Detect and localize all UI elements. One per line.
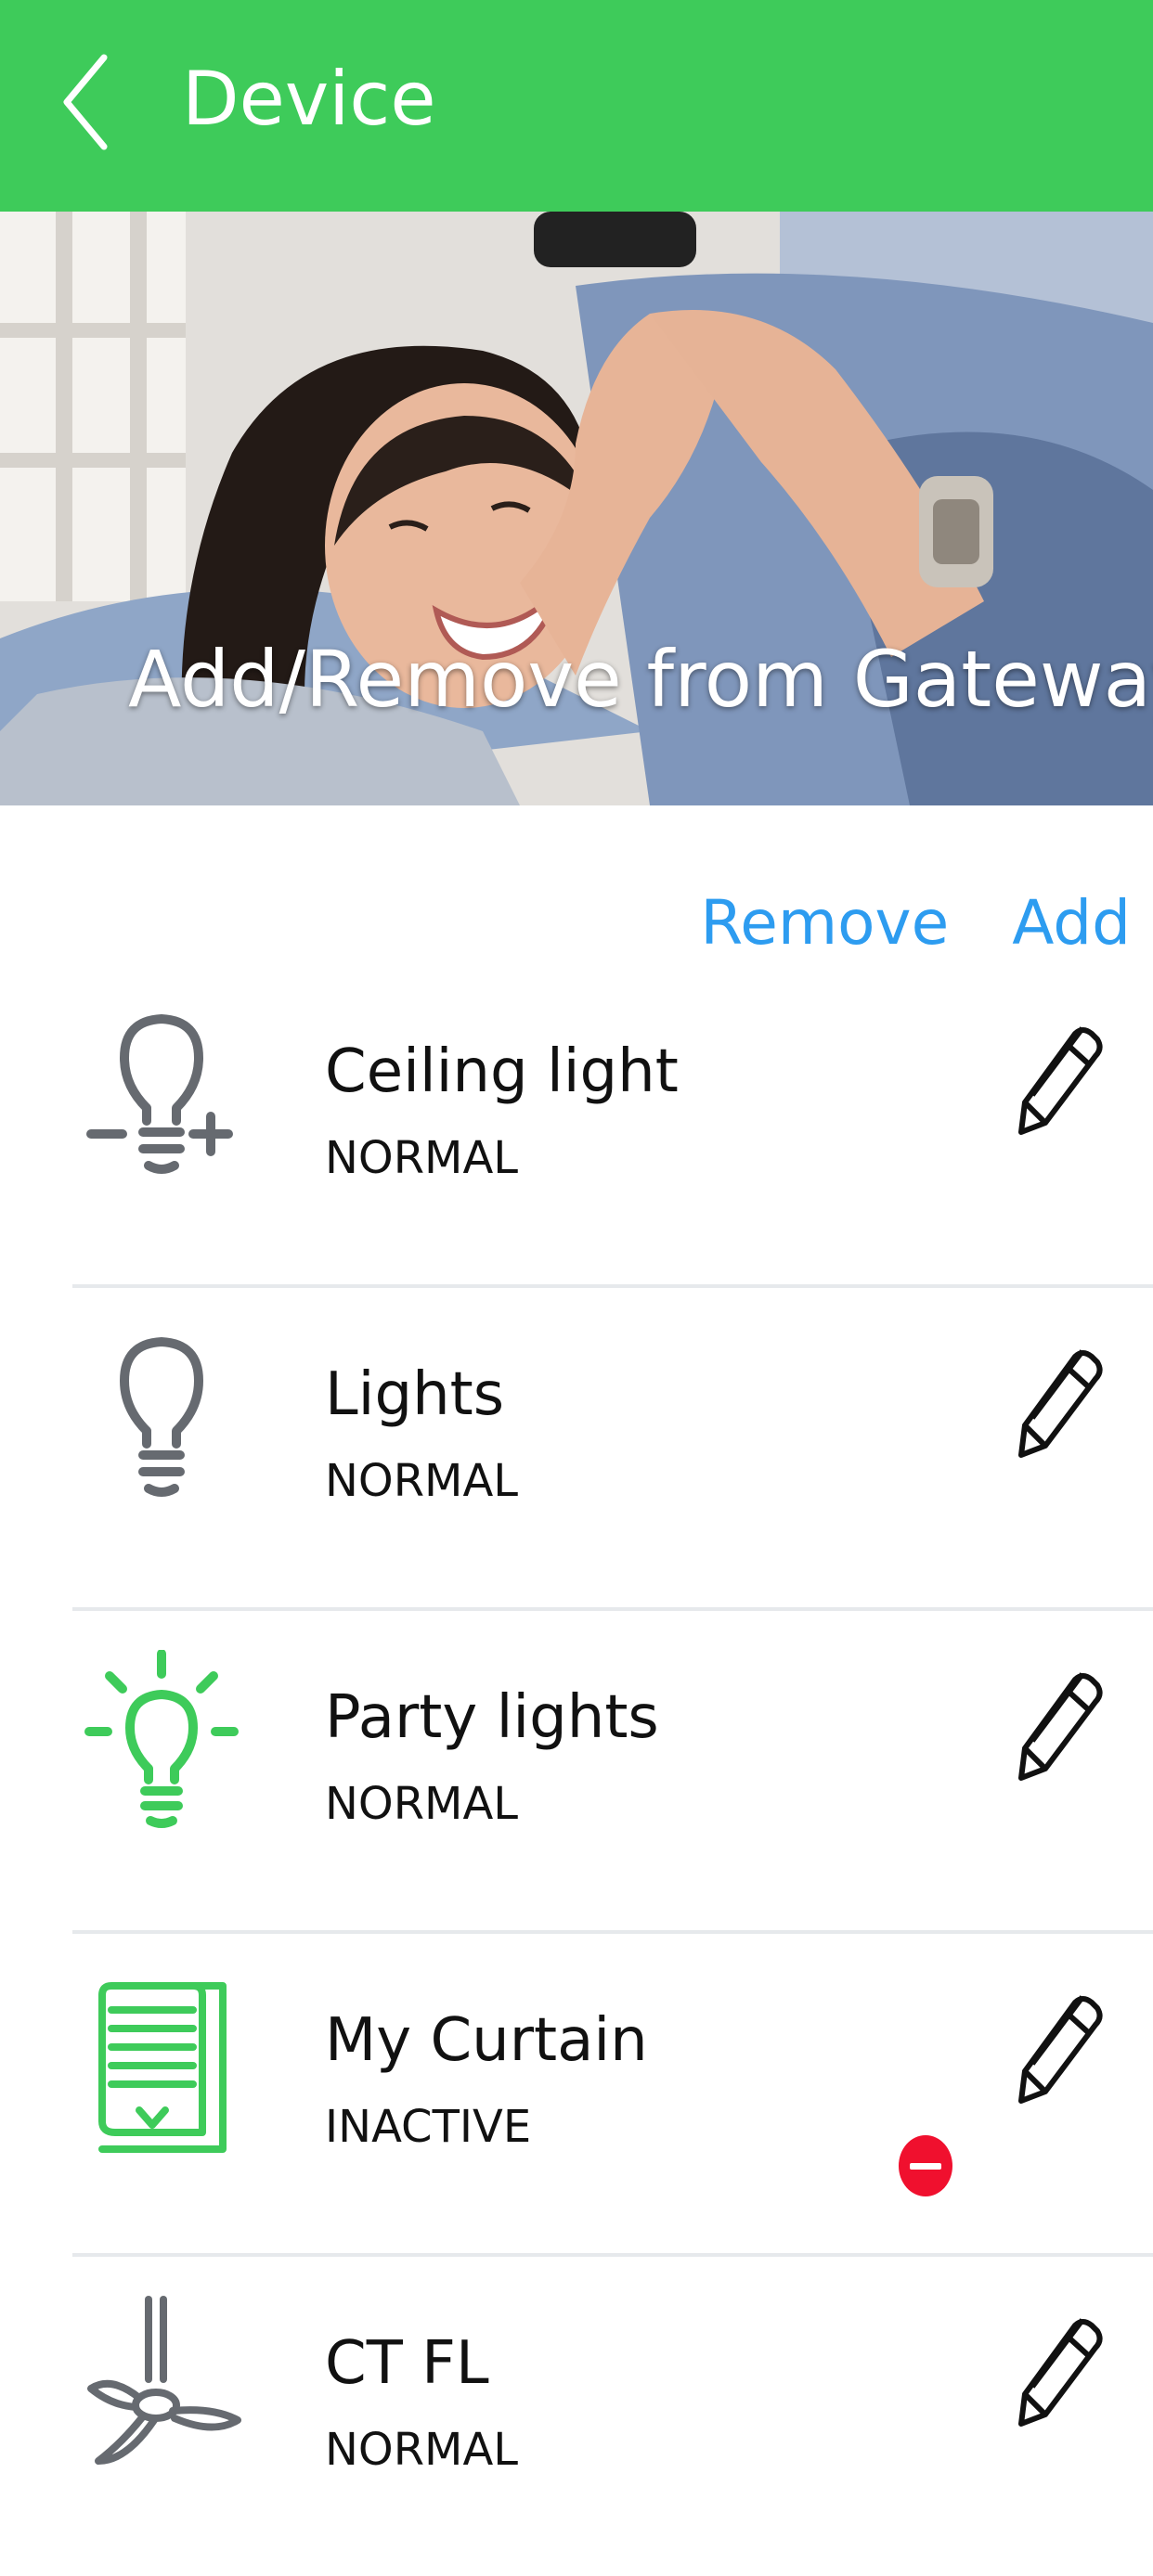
hero-banner: Add/Remove from Gateway bbox=[0, 212, 1153, 805]
curtain-icon bbox=[84, 1973, 241, 2158]
edit-button[interactable] bbox=[1003, 2312, 1105, 2433]
list-item[interactable]: Lights NORMAL bbox=[72, 1288, 1153, 1611]
pencil-icon bbox=[1018, 1672, 1103, 1781]
list-item[interactable]: My Curtain INACTIVE bbox=[72, 1934, 1153, 2257]
device-status: NORMAL bbox=[325, 2424, 519, 2476]
device-name: CT FL bbox=[325, 2329, 489, 2398]
pencil-icon bbox=[1018, 1995, 1103, 2104]
pencil-icon bbox=[1018, 1026, 1103, 1135]
device-list: Ceiling light NORMAL Lights NORMAL Party… bbox=[0, 965, 1153, 2576]
back-button[interactable] bbox=[46, 46, 130, 158]
device-name: My Curtain bbox=[325, 2006, 648, 2075]
bulb-icon bbox=[84, 1327, 241, 1513]
pencil-icon bbox=[1018, 1349, 1103, 1458]
device-status: INACTIVE bbox=[325, 2101, 532, 2153]
remove-device-badge[interactable] bbox=[899, 2135, 952, 2196]
device-status: NORMAL bbox=[325, 1455, 519, 1507]
edit-button[interactable] bbox=[1003, 1667, 1105, 1787]
pencil-icon bbox=[1018, 2318, 1103, 2427]
remove-button[interactable]: Remove bbox=[700, 882, 949, 965]
dimmable-bulb-icon bbox=[84, 1004, 241, 1190]
bulb-on-icon bbox=[84, 1650, 241, 1835]
list-item[interactable]: Ceiling light NORMAL bbox=[72, 965, 1153, 1288]
edit-button[interactable] bbox=[1003, 1021, 1105, 1141]
device-name: Party lights bbox=[325, 1683, 659, 1752]
action-bar: Remove Add bbox=[700, 882, 1131, 965]
edit-button[interactable] bbox=[1003, 1990, 1105, 2110]
device-status: NORMAL bbox=[325, 1132, 519, 1184]
ceiling-fan-icon bbox=[84, 2296, 241, 2481]
list-item[interactable]: Party lights NORMAL bbox=[72, 1611, 1153, 1934]
device-name: Ceiling light bbox=[325, 1037, 679, 1106]
device-name: Lights bbox=[325, 1360, 505, 1429]
add-button[interactable]: Add bbox=[1012, 882, 1131, 965]
edit-button[interactable] bbox=[1003, 1344, 1105, 1464]
page-title: Device bbox=[182, 56, 436, 142]
device-status: NORMAL bbox=[325, 1778, 519, 1830]
hero-caption: Add/Remove from Gateway bbox=[128, 634, 1153, 725]
chevron-left-icon bbox=[63, 54, 108, 150]
top-app-bar: Device bbox=[0, 0, 1153, 212]
list-item[interactable]: CT FL NORMAL bbox=[72, 2257, 1153, 2576]
